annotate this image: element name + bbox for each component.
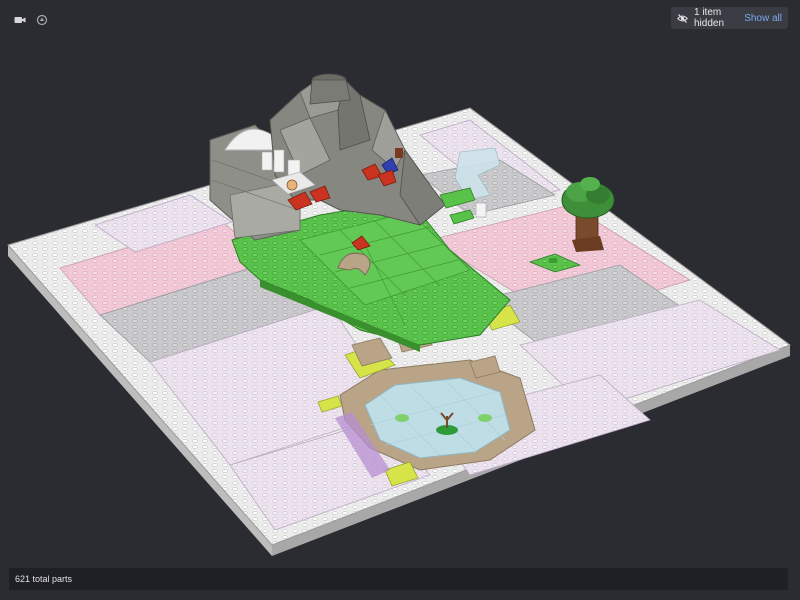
hidden-count-label: 1 item hidden [694, 7, 725, 29]
rotate-reset-icon[interactable] [34, 12, 50, 28]
viewer-toolbar [12, 12, 50, 28]
camera-icon[interactable] [12, 12, 28, 28]
hidden-items-panel: 1 item hidden Show all [671, 7, 788, 29]
3d-scene-canvas[interactable] [0, 0, 800, 600]
model-viewer: 1 item hidden Show all 621 total parts [0, 0, 800, 600]
eye-off-icon [677, 12, 689, 24]
total-parts-label: 621 total parts [15, 574, 73, 584]
show-all-link[interactable]: Show all [744, 13, 782, 24]
status-bar: 621 total parts [9, 568, 788, 590]
